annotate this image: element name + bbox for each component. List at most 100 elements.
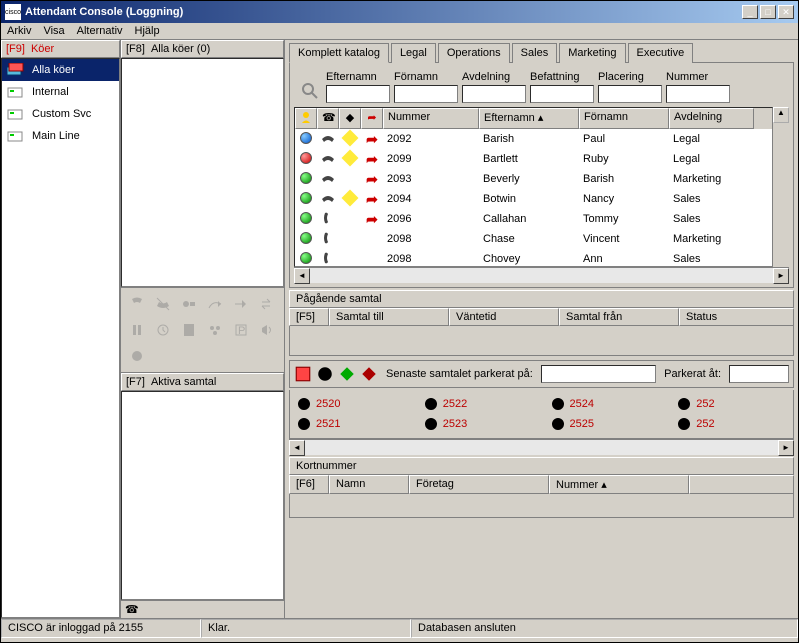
- tab-komplett[interactable]: Komplett katalog: [289, 43, 389, 63]
- forward-icon: ➦: [361, 171, 383, 188]
- park-slot[interactable]: 2525: [552, 418, 659, 430]
- tool-notes[interactable]: [177, 318, 201, 342]
- park-status-icon[interactable]: [316, 365, 334, 383]
- park-number: 2521: [316, 418, 340, 430]
- tool-retrieve[interactable]: [151, 318, 175, 342]
- table-row[interactable]: ➦2099BartlettRubyLegal: [295, 149, 772, 169]
- cell-efternamn: Barish: [479, 133, 579, 145]
- park-slot[interactable]: 2520: [298, 398, 405, 410]
- park-slot[interactable]: 2524: [552, 398, 659, 410]
- tool-park[interactable]: P: [229, 318, 253, 342]
- park-hscroll[interactable]: ◄ ►: [289, 439, 794, 455]
- note-icon: [339, 192, 361, 207]
- col-samtal-fran[interactable]: Samtal från: [559, 308, 679, 326]
- tool-answer[interactable]: [125, 292, 149, 316]
- park-slot[interactable]: 2521: [298, 418, 405, 430]
- cell-nummer: 2098: [383, 253, 479, 265]
- tool-page[interactable]: [255, 318, 279, 342]
- col-arrow-icon[interactable]: ➦: [361, 108, 383, 129]
- filter-input-avdelning[interactable]: [462, 85, 526, 103]
- park-number: 252: [696, 398, 714, 410]
- maximize-button[interactable]: □: [760, 5, 776, 19]
- directory-hscroll[interactable]: ◄ ►: [294, 267, 789, 283]
- table-row[interactable]: ➦2094BotwinNancySales: [295, 189, 772, 209]
- col-foretag[interactable]: Företag: [409, 475, 549, 494]
- close-button[interactable]: ✕: [778, 5, 794, 19]
- col-vantetid[interactable]: Väntetid: [449, 308, 559, 326]
- filter-input-befattning[interactable]: [530, 85, 594, 103]
- active-calls-title: Aktiva samtal: [151, 376, 216, 388]
- tool-hold[interactable]: [125, 318, 149, 342]
- window-title: Attendant Console (Loggning): [25, 6, 742, 18]
- queue-item-all[interactable]: Alla köer: [2, 59, 119, 81]
- col-namn[interactable]: Namn: [329, 475, 409, 494]
- tab-executive[interactable]: Executive: [628, 43, 694, 63]
- col-fornamn[interactable]: Förnamn: [579, 108, 669, 129]
- col-status[interactable]: Status: [679, 308, 794, 326]
- park-green-icon[interactable]: [338, 365, 356, 383]
- directory-vscroll[interactable]: ▲: [773, 107, 789, 267]
- col-phone-icon[interactable]: ☎: [317, 108, 339, 129]
- tool-conference[interactable]: [203, 318, 227, 342]
- tool-hangup[interactable]: [151, 292, 175, 316]
- filter-input-efternamn[interactable]: [326, 85, 390, 103]
- table-row[interactable]: 2098ChoveyAnnSales: [295, 249, 772, 267]
- tab-legal[interactable]: Legal: [391, 43, 436, 63]
- queue-icon: [6, 106, 26, 122]
- queue-item-internal[interactable]: Internal: [2, 81, 119, 103]
- minimize-button[interactable]: _: [742, 5, 758, 19]
- park-slot[interactable]: 2523: [425, 418, 532, 430]
- menu-hjalp[interactable]: Hjälp: [135, 25, 160, 37]
- directory-header: ☎ ◆ ➦ Nummer Efternamn ▴ Förnamn Avdelni…: [295, 108, 772, 129]
- queue-item-mainline[interactable]: Main Line: [2, 125, 119, 147]
- table-row[interactable]: ➦2093BeverlyBarishMarketing: [295, 169, 772, 189]
- filter-input-fornamn[interactable]: [394, 85, 458, 103]
- park-slot[interactable]: 252: [678, 418, 785, 430]
- park-slot[interactable]: 252: [678, 398, 785, 410]
- menu-visa[interactable]: Visa: [43, 25, 64, 37]
- table-row[interactable]: ➦2096CallahanTommySales: [295, 209, 772, 229]
- tool-transfer[interactable]: [203, 292, 227, 316]
- app-icon: cisco: [5, 4, 21, 20]
- col-efternamn[interactable]: Efternamn ▴: [479, 108, 579, 129]
- cell-fornamn: Tommy: [579, 213, 669, 225]
- scroll-right-icon[interactable]: ►: [773, 268, 789, 284]
- tool-record[interactable]: [125, 344, 149, 368]
- filter-input-placering[interactable]: [598, 85, 662, 103]
- directory-table: ☎ ◆ ➦ Nummer Efternamn ▴ Förnamn Avdelni…: [294, 107, 773, 267]
- queue-icon: [6, 128, 26, 144]
- queue-item-label: Internal: [32, 86, 69, 98]
- col-sd-nummer[interactable]: Nummer ▴: [549, 475, 689, 494]
- cell-avdelning: Sales: [669, 253, 754, 265]
- filter-label-avdelning: Avdelning: [462, 71, 526, 83]
- tool-dial[interactable]: [177, 292, 201, 316]
- table-row[interactable]: 2098ChaseVincentMarketing: [295, 229, 772, 249]
- menu-alternativ[interactable]: Alternativ: [77, 25, 123, 37]
- col-samtal-till[interactable]: Samtal till: [329, 308, 449, 326]
- ongoing-calls-header: [F5] Samtal till Väntetid Samtal från St…: [289, 308, 794, 326]
- col-nummer[interactable]: Nummer: [383, 108, 479, 129]
- tab-marketing[interactable]: Marketing: [559, 43, 625, 63]
- scroll-right-icon[interactable]: ►: [778, 440, 794, 456]
- tab-sales[interactable]: Sales: [512, 43, 558, 63]
- table-row[interactable]: ➦2092BarishPaulLegal: [295, 129, 772, 149]
- park-retrieve-icon[interactable]: [294, 365, 312, 383]
- filter-input-nummer[interactable]: [666, 85, 730, 103]
- tab-operations[interactable]: Operations: [438, 43, 510, 63]
- cell-nummer: 2096: [383, 213, 479, 225]
- tool-swap[interactable]: [255, 292, 279, 316]
- tool-transfer-blind[interactable]: [229, 292, 253, 316]
- menu-arkiv[interactable]: Arkiv: [7, 25, 31, 37]
- col-avdelning[interactable]: Avdelning: [669, 108, 754, 129]
- presence-icon: [300, 252, 312, 264]
- park-slot[interactable]: 2522: [425, 398, 532, 410]
- col-presence-icon[interactable]: [295, 108, 317, 129]
- scroll-left-icon[interactable]: ◄: [294, 268, 310, 284]
- scroll-left-icon[interactable]: ◄: [289, 440, 305, 456]
- park-red-icon[interactable]: [360, 365, 378, 383]
- all-queues-title: Alla köer (0): [151, 43, 210, 55]
- queue-item-custom[interactable]: Custom Svc: [2, 103, 119, 125]
- park-dot-icon: [552, 418, 564, 430]
- col-note-icon[interactable]: ◆: [339, 108, 361, 129]
- call-toolbar: P: [121, 287, 284, 373]
